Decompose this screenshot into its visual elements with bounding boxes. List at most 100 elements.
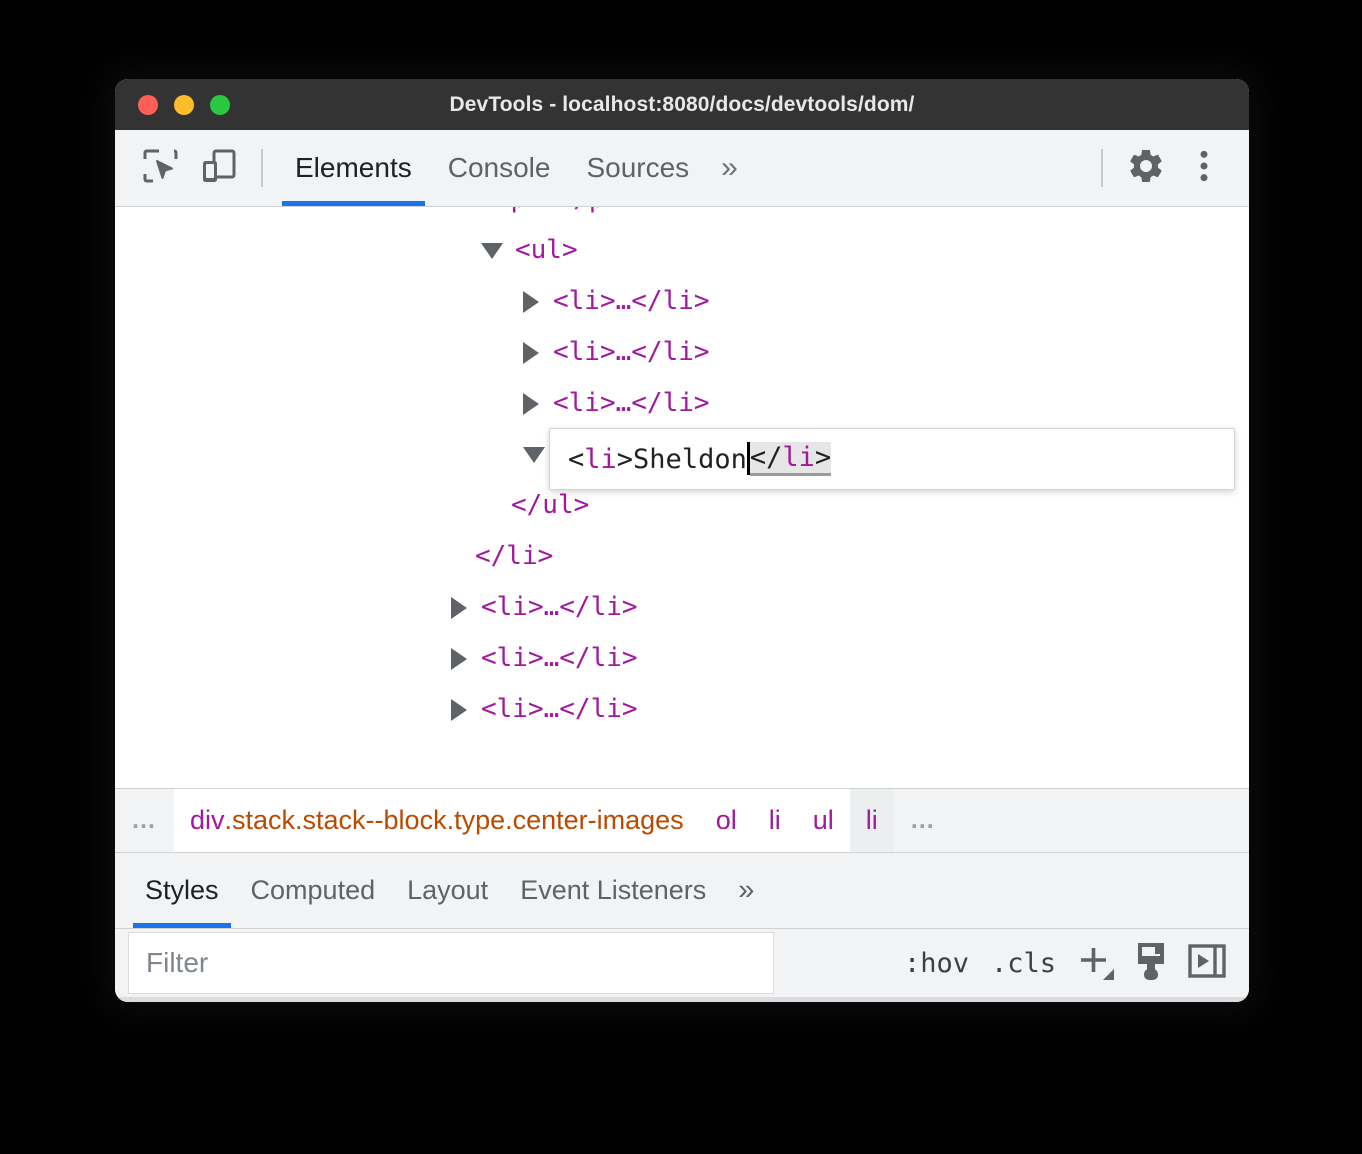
edit-close-tagname: li — [782, 442, 815, 473]
kebab-menu-icon — [1184, 146, 1224, 191]
inspect-element-button[interactable] — [131, 139, 189, 197]
dom-node-label: <ul> — [515, 235, 578, 265]
tab-event-listeners[interactable]: Event Listeners — [504, 853, 722, 928]
breadcrumb-overflow-left-label: … — [131, 806, 158, 834]
dom-row-li-close[interactable]: </li> — [115, 531, 1249, 582]
breadcrumb-item-ol[interactable]: ol — [699, 789, 753, 852]
breadcrumb: … div .stack.stack--block.type.center-ima… — [115, 788, 1249, 853]
window-titlebar: DevTools - localhost:8080/docs/devtools/… — [115, 79, 1249, 130]
element-classes-label: .cls — [990, 947, 1056, 979]
breadcrumb-item-li[interactable]: li — [752, 789, 797, 852]
twisty-collapsed-icon[interactable] — [451, 698, 467, 721]
tab-layout-label: Layout — [407, 875, 489, 905]
edit-closing-tag: </li> — [749, 442, 832, 476]
edit-open-angle: < — [568, 443, 585, 475]
tab-layout[interactable]: Layout — [391, 853, 504, 928]
dom-node-label: </li> — [475, 541, 554, 571]
dom-row-clipped-paragraph: <p>…</p> — [115, 207, 1249, 225]
breadcrumb-overflow-right-label: … — [909, 806, 937, 834]
tab-console-label: Console — [447, 152, 551, 183]
inspect-element-icon — [140, 146, 180, 191]
breadcrumb-overflow-left[interactable]: … — [115, 789, 174, 852]
twisty-expanded-icon[interactable] — [481, 242, 503, 259]
devtools-window: DevTools - localhost:8080/docs/devtools/… — [115, 79, 1249, 1002]
dom-node-label: <li>…</li> — [553, 337, 710, 367]
breadcrumb-item-div-tag: div — [190, 805, 225, 835]
toolbar-divider-left — [261, 149, 263, 187]
toggle-sidebar-button[interactable] — [1179, 935, 1235, 991]
styles-pane-tabbar: Styles Computed Layout Event Listeners » — [115, 853, 1249, 929]
breadcrumb-item-ul[interactable]: ul — [796, 789, 850, 852]
dom-tree-panel[interactable]: <p>…</p> <ul> <li>…</li> <li>…</li> <li>… — [115, 207, 1249, 788]
dom-row-li-collapsed[interactable]: <li>…</li> — [115, 327, 1249, 378]
dom-row-li-collapsed[interactable]: <li>…</li> — [115, 276, 1249, 327]
twisty-collapsed-icon[interactable] — [523, 392, 539, 415]
tab-computed[interactable]: Computed — [235, 853, 392, 928]
twisty-collapsed-icon[interactable] — [523, 341, 539, 364]
new-style-rule-button[interactable] — [1067, 935, 1123, 991]
tab-elements-label: Elements — [295, 152, 412, 183]
dom-row-li-collapsed[interactable]: <li>…</li> — [115, 684, 1249, 735]
devtools-main-toolbar: Elements Console Sources » — [115, 130, 1249, 207]
element-classes-button[interactable]: .cls — [980, 933, 1067, 993]
breadcrumb-item-div-classes: .stack.stack--block.type.center-images — [224, 805, 684, 835]
device-toolbar-button[interactable] — [189, 139, 247, 197]
screenshot-stage: DevTools - localhost:8080/docs/devtools/… — [0, 0, 1362, 1154]
copy-styles-brush-icon — [1126, 936, 1176, 991]
twisty-collapsed-icon[interactable] — [523, 290, 539, 313]
more-tabs-button[interactable]: » — [707, 130, 752, 206]
tab-computed-label: Computed — [250, 875, 376, 905]
dom-row-ul[interactable]: <ul> — [115, 225, 1249, 276]
main-menu-button[interactable] — [1175, 139, 1233, 197]
dom-row-li-collapsed[interactable]: <li>…</li> — [115, 582, 1249, 633]
text-caret — [746, 441, 750, 475]
twisty-collapsed-icon[interactable] — [451, 647, 467, 670]
edit-open-tagname: li — [584, 443, 617, 475]
breadcrumb-overflow-right[interactable]: … — [893, 789, 953, 852]
close-button[interactable] — [138, 94, 158, 115]
zoom-button[interactable] — [210, 94, 230, 115]
tab-sources-label: Sources — [586, 152, 690, 183]
dom-node-label: <li>…</li> — [481, 694, 638, 724]
dom-node-edit-input[interactable]: < li > Sheldon </li> — [549, 428, 1235, 490]
tab-styles[interactable]: Styles — [129, 853, 235, 928]
edit-close-angle-close: > — [814, 442, 832, 473]
styles-filter-toolbar: Filter :hov .cls — [115, 929, 1249, 1002]
breadcrumb-item-ol-tag: ol — [715, 805, 737, 835]
dom-row-li-collapsed[interactable]: <li>…</li> — [115, 378, 1249, 429]
edit-node-value[interactable]: Sheldon — [633, 444, 747, 475]
edit-close-angle: </ — [749, 442, 783, 473]
dom-row-li-collapsed[interactable]: <li>…</li> — [115, 633, 1249, 684]
breadcrumb-item-div[interactable]: div .stack.stack--block.type.center-image… — [174, 789, 700, 852]
minimize-button[interactable] — [174, 94, 194, 115]
tab-elements[interactable]: Elements — [277, 130, 430, 206]
filter-input-placeholder: Filter — [146, 947, 209, 978]
breadcrumb-item-li-selected[interactable]: li — [849, 789, 894, 852]
traffic-lights — [138, 94, 230, 115]
twisty-collapsed-icon[interactable] — [451, 596, 467, 619]
twisty-expanded-icon[interactable] — [523, 446, 545, 463]
new-style-rule-plus-icon — [1070, 936, 1120, 991]
filter-input[interactable]: Filter — [128, 932, 774, 994]
tab-event-listeners-label: Event Listeners — [520, 875, 707, 905]
gear-icon — [1126, 146, 1166, 191]
dom-node-label: <li>…</li> — [553, 286, 710, 316]
edit-open-angle-close: > — [616, 443, 634, 475]
toggle-pseudo-states-label: :hov — [903, 947, 969, 979]
toolbar-divider-right — [1101, 149, 1103, 187]
settings-button[interactable] — [1117, 139, 1175, 197]
toggle-pseudo-states-button[interactable]: :hov — [893, 933, 980, 993]
tab-styles-label: Styles — [145, 875, 219, 905]
device-toolbar-icon — [198, 146, 238, 191]
copy-styles-button[interactable] — [1123, 935, 1179, 991]
dom-node-label: <p>…</p> — [495, 207, 620, 225]
breadcrumb-item-li-tag: li — [768, 805, 781, 835]
window-title: DevTools - localhost:8080/docs/devtools/… — [449, 92, 915, 116]
dom-node-label: <li>…</li> — [481, 592, 638, 622]
breadcrumb-item-ul-tag: ul — [812, 805, 834, 835]
tab-sources[interactable]: Sources — [568, 130, 707, 206]
toggle-sidebar-icon — [1182, 936, 1232, 991]
styles-more-tabs-button[interactable]: » — [722, 853, 770, 928]
dom-node-label: <li>…</li> — [553, 388, 710, 418]
tab-console[interactable]: Console — [430, 130, 569, 206]
